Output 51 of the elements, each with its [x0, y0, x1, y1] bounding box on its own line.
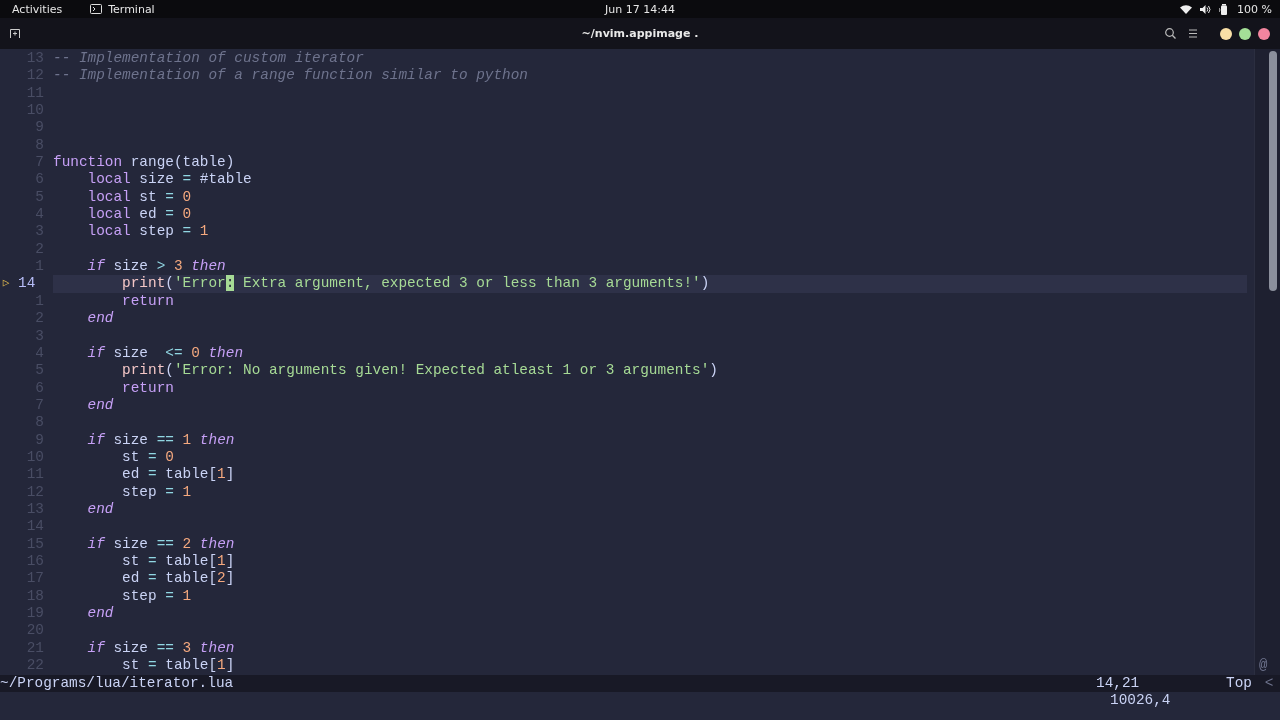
- command-line: 10026,4: [1110, 692, 1171, 709]
- code-line: print('Error: No arguments given! Expected atleast 1 or 3 arguments'): [121, 362, 718, 379]
- maximize-button[interactable]: [1239, 27, 1251, 40]
- volume-icon[interactable]: [1200, 4, 1212, 14]
- new-tab-icon[interactable]: [10, 29, 20, 38]
- code-line: if size == 2 then: [86, 535, 235, 552]
- code-line: end: [86, 396, 114, 413]
- wifi-icon[interactable]: [1180, 4, 1193, 14]
- code-line: st = 0: [121, 448, 174, 465]
- terminal-icon: [90, 4, 103, 14]
- code-line: return: [121, 292, 174, 309]
- clock[interactable]: Jun 17 14:44: [605, 2, 675, 16]
- activities-button[interactable]: Activities: [12, 2, 63, 16]
- code-line: if size > 3 then: [86, 258, 226, 275]
- scroll-position: Top: [1226, 675, 1253, 692]
- code-line: step = 1: [121, 483, 192, 500]
- battery-icon[interactable]: [1219, 3, 1230, 15]
- scrollbar-thumb[interactable]: [1269, 51, 1277, 291]
- code-line: end: [86, 500, 114, 517]
- code-line: return: [121, 379, 174, 396]
- line-number: 14: [18, 275, 36, 292]
- edge-marker: <: [1263, 675, 1275, 692]
- code-line: step = 1: [121, 587, 192, 604]
- code-line: -- Implementation of a range function similar to python: [53, 67, 528, 84]
- close-button[interactable]: [1258, 27, 1270, 40]
- code-line: local ed = 0: [86, 206, 192, 223]
- code-line: local step = 1: [86, 223, 209, 240]
- code-line: end: [86, 605, 114, 621]
- window-title: ~/nvim.appimage .: [581, 27, 699, 40]
- menu-icon[interactable]: [1188, 29, 1198, 38]
- code-line: print('Error: Extra argument, expected 3 or less than 3 arguments!'): [121, 275, 710, 292]
- scroll-marker: @: [1259, 657, 1268, 673]
- code-line: if size <= 0 then: [86, 344, 244, 361]
- app-menu[interactable]: Terminal: [90, 2, 155, 16]
- code-line: function range(table): [53, 154, 235, 171]
- sign-marker: ▷: [2, 277, 10, 290]
- search-icon[interactable]: [1165, 28, 1176, 39]
- cursor-position: 14,21: [1096, 675, 1141, 692]
- battery-percentage: 100 %: [1237, 2, 1272, 16]
- code-line: local st = 0: [86, 188, 192, 205]
- code-line: end: [86, 310, 114, 327]
- code-line: -- Implementation of custom iterator: [53, 50, 364, 66]
- minimize-button[interactable]: [1220, 27, 1232, 40]
- code-line: ed = table[2]: [121, 570, 235, 587]
- code-line: st = table[1]: [121, 552, 235, 569]
- file-path: ~/Programs/lua/iterator.lua: [0, 675, 235, 692]
- code-line: if size == 3 then: [86, 639, 235, 656]
- code-line: ed = table[1]: [121, 466, 235, 483]
- code-line: st = table[1]: [121, 657, 235, 674]
- code-line: if size == 1 then: [86, 431, 235, 448]
- code-line: local size = #table: [86, 171, 252, 188]
